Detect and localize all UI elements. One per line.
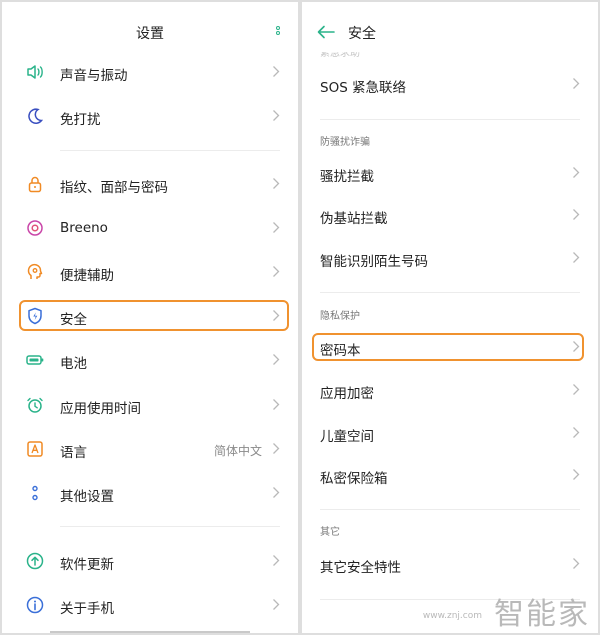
chevron-right-icon [273,110,280,121]
section-header: 防骚扰诈骗 [320,137,370,148]
language-icon [27,441,43,457]
security-item-label: 私密保险箱 [320,471,388,487]
breeno-icon [27,220,43,236]
security-item-label: 骚扰拦截 [320,169,374,185]
security-item-harassment-block[interactable]: 骚扰拦截 [302,151,598,195]
page-title: 安全 [348,26,376,42]
battery-icon [26,355,44,365]
moon-icon [28,108,44,124]
settings-item-breeno[interactable]: Breeno [2,206,298,250]
app-timer-icon [27,397,43,413]
security-item-label: 智能识别陌生号码 [320,254,428,270]
chevron-right-icon [273,599,280,610]
more-options-icon[interactable] [276,26,282,40]
settings-item-label: 指纹、面部与密码 [60,180,168,196]
security-item-other-features[interactable]: 其它安全特性 [302,542,598,586]
watermark: www.znj.com 智能家 [423,589,590,633]
info-icon [26,596,44,614]
settings-item-software-update[interactable]: 软件更新 [2,539,298,583]
settings-item-sound[interactable]: 声音与振动 [2,50,298,94]
section-header: 其它 [320,527,340,538]
section-divider [60,150,280,151]
settings-item-label: 声音与振动 [60,68,128,84]
other-settings-icon [32,485,38,501]
security-item-label: SOS 紧急联络 [320,80,407,96]
security-item-fake-station-block[interactable]: 伪基站拦截 [302,193,598,237]
security-item-caller-id[interactable]: 智能识别陌生号码 [302,236,598,280]
settings-item-fingerprint[interactable]: 指纹、面部与密码 [2,162,298,206]
chevron-right-icon [273,443,280,454]
settings-item-label: 电池 [60,356,87,372]
highlight-frame [312,333,584,361]
speaker-icon [27,65,43,79]
chevron-right-icon [273,222,280,233]
chevron-right-icon [273,354,280,365]
settings-item-language[interactable]: 语言 简体中文 [2,427,298,471]
security-item-private-safe[interactable]: 私密保险箱 [302,453,598,497]
assist-icon [27,263,43,279]
settings-item-label: 关于手机 [60,601,114,617]
settings-item-label: 应用使用时间 [60,401,141,417]
chevron-right-icon [273,399,280,410]
back-arrow-icon[interactable] [316,24,336,40]
chevron-right-icon [573,167,580,178]
settings-item-label: 语言 [60,445,87,461]
chevron-right-icon [573,427,580,438]
update-icon [26,552,44,570]
section-divider [320,509,580,510]
section-divider [320,292,580,293]
chevron-right-icon [573,252,580,263]
security-item-app-lock[interactable]: 应用加密 [302,368,598,412]
security-panel: 安全 紧急求助 SOS 紧急联络 防骚扰诈骗 骚扰拦截 伪基站拦截 智能识别陌生… [302,2,598,633]
chevron-right-icon [273,266,280,277]
chevron-right-icon [273,178,280,189]
chevron-right-icon [573,384,580,395]
chevron-right-icon [273,555,280,566]
chevron-right-icon [273,487,280,498]
chevron-right-icon [573,558,580,569]
settings-panel: 设置 声音与振动 免打扰 指纹、面部与密码 Breeno 便捷辅助 安全 电池 … [2,2,298,633]
watermark-name: 智能家 [494,597,590,632]
settings-item-other[interactable]: 其他设置 [2,471,298,515]
chevron-right-icon [573,209,580,220]
security-item-label: 儿童空间 [320,429,374,445]
chevron-right-icon [573,469,580,480]
settings-item-battery[interactable]: 电池 [2,338,298,382]
language-value: 简体中文 [213,444,262,458]
settings-item-label: 便捷辅助 [60,268,114,284]
watermark-url: www.znj.com [422,611,482,621]
settings-item-app-time[interactable]: 应用使用时间 [2,383,298,427]
section-divider [320,119,580,120]
security-item-sos[interactable]: SOS 紧急联络 [302,62,598,106]
security-item-label: 其它安全特性 [320,560,401,576]
security-header: 安全 [302,2,598,60]
bottom-edge [50,631,250,633]
page-title: 设置 [136,26,164,42]
section-header: 隐私保护 [320,311,360,322]
settings-item-label: Breeno [60,220,108,236]
security-item-kids-space[interactable]: 儿童空间 [302,411,598,455]
chevron-right-icon [273,66,280,77]
settings-item-do-not-disturb[interactable]: 免打扰 [2,94,298,138]
settings-item-about-phone[interactable]: 关于手机 [2,583,298,627]
lock-icon [28,176,42,193]
settings-item-label: 软件更新 [60,557,114,573]
settings-item-accessibility[interactable]: 便捷辅助 [2,250,298,294]
highlight-frame [19,300,289,331]
settings-item-label: 免打扰 [60,112,101,128]
settings-item-label: 其他设置 [60,489,114,505]
security-item-label: 应用加密 [320,386,374,402]
section-divider [60,526,280,527]
chevron-right-icon [573,78,580,89]
security-item-label: 伪基站拦截 [320,211,388,227]
